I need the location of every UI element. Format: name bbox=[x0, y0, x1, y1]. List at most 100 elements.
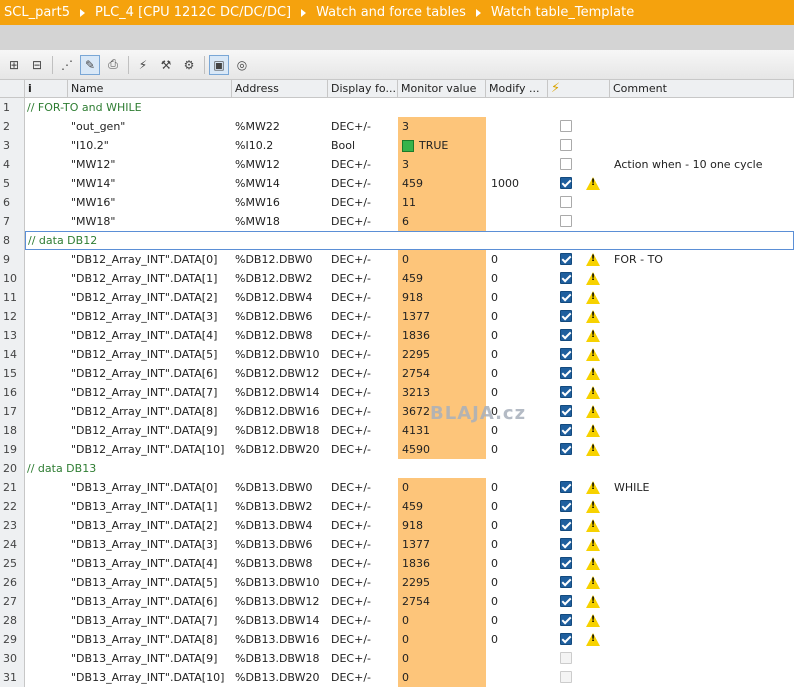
modify-checkbox[interactable] bbox=[560, 272, 572, 284]
comment-cell[interactable] bbox=[614, 288, 794, 307]
modify-value-cell[interactable]: 0 bbox=[486, 307, 548, 326]
address-cell[interactable]: %DB12.DBW12 bbox=[235, 364, 328, 383]
modify-checkbox[interactable] bbox=[560, 405, 572, 417]
modify-checkbox[interactable] bbox=[560, 633, 572, 645]
display-format-cell[interactable]: DEC+/- bbox=[331, 326, 398, 345]
address-cell[interactable]: %DB12.DBW0 bbox=[235, 250, 328, 269]
comment-cell[interactable] bbox=[614, 307, 794, 326]
table-row[interactable]: 15 "DB12_Array_INT".DATA[6] %DB12.DBW12 DEC… bbox=[0, 364, 794, 383]
table-row[interactable]: 16 "DB12_Array_INT".DATA[7] %DB12.DBW14 DEC… bbox=[0, 383, 794, 402]
monitor-all-icon[interactable]: ⋰ bbox=[57, 55, 77, 75]
name-cell[interactable]: "DB13_Array_INT".DATA[7] bbox=[71, 611, 232, 630]
address-cell[interactable]: %DB13.DBW4 bbox=[235, 516, 328, 535]
comment-cell[interactable] bbox=[614, 364, 794, 383]
table-row[interactable]: 9 "DB12_Array_INT".DATA[0] %DB12.DBW0 DEC+/… bbox=[0, 250, 794, 269]
modify-value-cell[interactable] bbox=[486, 136, 548, 155]
table-row[interactable]: 14 "DB12_Array_INT".DATA[5] %DB12.DBW10 DEC… bbox=[0, 345, 794, 364]
name-cell[interactable]: "DB12_Array_INT".DATA[1] bbox=[71, 269, 232, 288]
table-row[interactable]: 30 "DB13_Array_INT".DATA[9] %DB13.DBW18 DEC… bbox=[0, 649, 794, 668]
modify-checkbox[interactable] bbox=[560, 348, 572, 360]
modify-value-cell[interactable]: 0 bbox=[486, 440, 548, 459]
address-cell[interactable]: %DB12.DBW4 bbox=[235, 288, 328, 307]
address-cell[interactable]: %MW16 bbox=[235, 193, 328, 212]
modify-value-cell[interactable]: 0 bbox=[486, 535, 548, 554]
address-cell[interactable]: %DB13.DBW6 bbox=[235, 535, 328, 554]
modify-checkbox[interactable] bbox=[560, 367, 572, 379]
table-row[interactable]: 24 "DB13_Array_INT".DATA[3] %DB13.DBW6 DEC+… bbox=[0, 535, 794, 554]
name-cell[interactable]: "MW18" bbox=[71, 212, 232, 231]
comment-cell[interactable]: FOR - TO bbox=[614, 250, 794, 269]
address-cell[interactable]: %DB13.DBW0 bbox=[235, 478, 328, 497]
table-row[interactable]: 4 "MW12" %MW12 DEC+/- 3 Action when - 10 one … bbox=[0, 155, 794, 174]
address-cell[interactable]: %DB12.DBW20 bbox=[235, 440, 328, 459]
display-format-cell[interactable]: DEC+/- bbox=[331, 440, 398, 459]
display-format-cell[interactable]: DEC+/- bbox=[331, 478, 398, 497]
display-format-cell[interactable]: DEC+/- bbox=[331, 668, 398, 687]
modify-value-cell[interactable] bbox=[486, 212, 548, 231]
header-display-format[interactable]: Display fo... bbox=[328, 80, 398, 98]
group-row[interactable]: 20// data DB13 bbox=[0, 459, 794, 478]
address-cell[interactable]: %MW22 bbox=[235, 117, 328, 136]
modify-checkbox[interactable] bbox=[560, 215, 572, 227]
name-cell[interactable]: "out_gen" bbox=[71, 117, 232, 136]
table-row[interactable]: 3 "I10.2" %I10.2 Bool TRUE bbox=[0, 136, 794, 155]
header-address[interactable]: Address bbox=[232, 80, 328, 98]
name-cell[interactable]: "DB12_Array_INT".DATA[2] bbox=[71, 288, 232, 307]
table-row[interactable]: 11 "DB12_Array_INT".DATA[2] %DB12.DBW4 DEC+… bbox=[0, 288, 794, 307]
name-cell[interactable]: "DB13_Array_INT".DATA[4] bbox=[71, 554, 232, 573]
name-cell[interactable]: "DB13_Array_INT".DATA[6] bbox=[71, 592, 232, 611]
name-cell[interactable]: "DB12_Array_INT".DATA[7] bbox=[71, 383, 232, 402]
display-format-cell[interactable]: DEC+/- bbox=[331, 554, 398, 573]
modify-value-cell[interactable] bbox=[486, 668, 548, 687]
modify-value-cell[interactable]: 0 bbox=[486, 573, 548, 592]
modify-checkbox[interactable] bbox=[560, 500, 572, 512]
insert-row-icon[interactable]: ⊞ bbox=[4, 55, 24, 75]
comment-cell[interactable] bbox=[614, 174, 794, 193]
modify-value-cell[interactable]: 0 bbox=[486, 345, 548, 364]
address-cell[interactable]: %DB12.DBW18 bbox=[235, 421, 328, 440]
table-row[interactable]: 17 "DB12_Array_INT".DATA[8] %DB12.DBW16 DEC… bbox=[0, 402, 794, 421]
table-row[interactable]: 22 "DB13_Array_INT".DATA[1] %DB13.DBW2 DEC+… bbox=[0, 497, 794, 516]
comment-cell[interactable] bbox=[614, 212, 794, 231]
modify-checkbox[interactable] bbox=[560, 158, 572, 170]
modify-value-cell[interactable]: 1000 bbox=[486, 174, 548, 193]
comment-cell[interactable] bbox=[614, 535, 794, 554]
name-cell[interactable]: "DB12_Array_INT".DATA[3] bbox=[71, 307, 232, 326]
table-row[interactable]: 7 "MW18" %MW18 DEC+/- 6 bbox=[0, 212, 794, 231]
display-format-cell[interactable]: DEC+/- bbox=[331, 345, 398, 364]
comment-cell[interactable] bbox=[614, 136, 794, 155]
header-name[interactable]: Name bbox=[68, 80, 232, 98]
modify-value-cell[interactable]: 0 bbox=[486, 250, 548, 269]
name-cell[interactable]: "DB13_Array_INT".DATA[1] bbox=[71, 497, 232, 516]
modify-value-cell[interactable]: 0 bbox=[486, 611, 548, 630]
display-format-cell[interactable]: DEC+/- bbox=[331, 193, 398, 212]
comment-cell[interactable] bbox=[614, 630, 794, 649]
name-cell[interactable]: "MW16" bbox=[71, 193, 232, 212]
modify-value-cell[interactable]: 0 bbox=[486, 592, 548, 611]
group-comment[interactable]: // data DB12 bbox=[25, 231, 794, 250]
comment-cell[interactable] bbox=[614, 611, 794, 630]
modify-checkbox[interactable] bbox=[560, 196, 572, 208]
modify-value-cell[interactable]: 0 bbox=[486, 383, 548, 402]
table-row[interactable]: 12 "DB12_Array_INT".DATA[3] %DB12.DBW6 DEC+… bbox=[0, 307, 794, 326]
modify-checkbox[interactable] bbox=[560, 481, 572, 493]
modify-value-cell[interactable]: 0 bbox=[486, 288, 548, 307]
name-cell[interactable]: "DB13_Array_INT".DATA[3] bbox=[71, 535, 232, 554]
table-row[interactable]: 5 "MW14" %MW14 DEC+/- 459 1000 bbox=[0, 174, 794, 193]
name-cell[interactable]: "DB13_Array_INT".DATA[8] bbox=[71, 630, 232, 649]
add-row-icon[interactable]: ⊟ bbox=[27, 55, 47, 75]
comment-cell[interactable] bbox=[614, 516, 794, 535]
modify-value-cell[interactable]: 0 bbox=[486, 497, 548, 516]
modify-icon[interactable]: ✎ bbox=[80, 54, 100, 75]
display-format-cell[interactable]: DEC+/- bbox=[331, 288, 398, 307]
address-cell[interactable]: %DB12.DBW2 bbox=[235, 269, 328, 288]
name-cell[interactable]: "DB13_Array_INT".DATA[2] bbox=[71, 516, 232, 535]
table-row[interactable]: 29 "DB13_Array_INT".DATA[8] %DB13.DBW16 DEC… bbox=[0, 630, 794, 649]
name-cell[interactable]: "DB12_Array_INT".DATA[0] bbox=[71, 250, 232, 269]
comment-cell[interactable] bbox=[614, 326, 794, 345]
address-cell[interactable]: %DB12.DBW6 bbox=[235, 307, 328, 326]
comment-cell[interactable] bbox=[614, 421, 794, 440]
comment-cell[interactable] bbox=[614, 345, 794, 364]
modify-value-cell[interactable]: 0 bbox=[486, 478, 548, 497]
table-row[interactable]: 10 "DB12_Array_INT".DATA[1] %DB12.DBW2 DEC+… bbox=[0, 269, 794, 288]
